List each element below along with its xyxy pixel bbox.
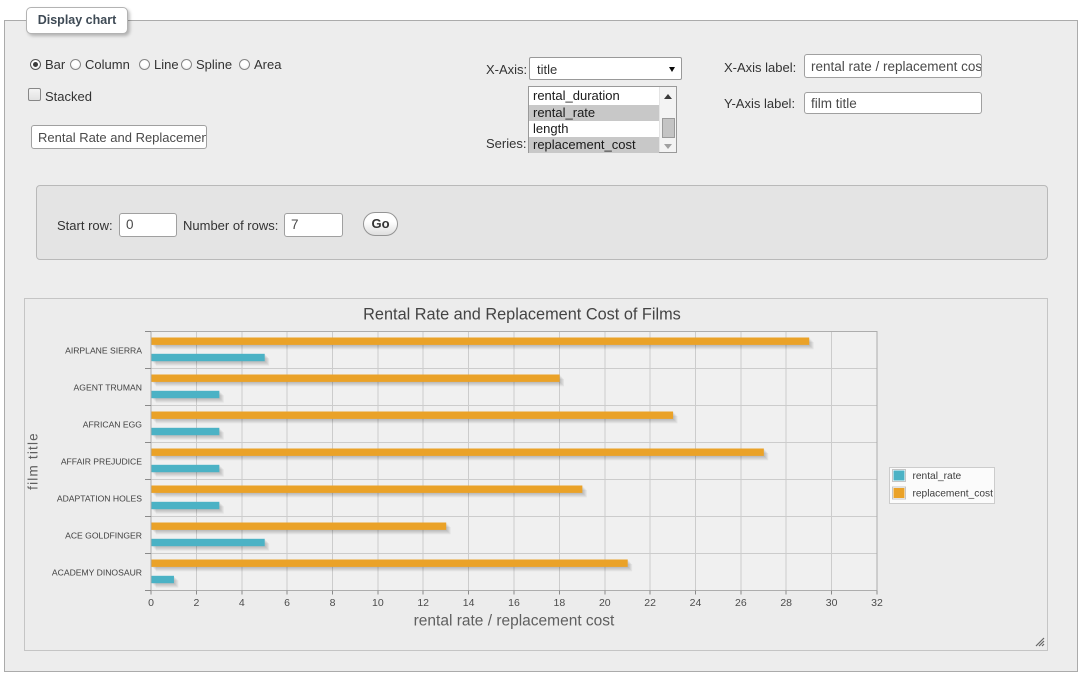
- svg-text:0: 0: [148, 597, 154, 609]
- svg-text:16: 16: [508, 597, 520, 609]
- svg-text:8: 8: [330, 597, 336, 609]
- svg-text:ACE GOLDFINGER: ACE GOLDFINGER: [65, 530, 142, 540]
- svg-text:ADAPTATION HOLES: ADAPTATION HOLES: [57, 493, 142, 503]
- svg-text:rental rate / replacement cost: rental rate / replacement cost: [414, 613, 615, 630]
- svg-text:replacement_cost: replacement_cost: [913, 488, 994, 499]
- svg-text:Rental Rate and Replacement Co: Rental Rate and Replacement Cost of Film…: [363, 306, 681, 324]
- svg-text:4: 4: [239, 597, 245, 609]
- svg-text:14: 14: [463, 597, 475, 609]
- svg-text:AGENT TRUMAN: AGENT TRUMAN: [74, 382, 142, 392]
- svg-text:rental_rate: rental_rate: [913, 471, 962, 482]
- svg-text:30: 30: [826, 597, 838, 609]
- svg-text:24: 24: [690, 597, 702, 609]
- svg-text:10: 10: [372, 597, 384, 609]
- svg-text:film title: film title: [26, 432, 41, 490]
- svg-text:AFFAIR PREJUDICE: AFFAIR PREJUDICE: [61, 456, 142, 466]
- svg-text:26: 26: [735, 597, 747, 609]
- svg-text:28: 28: [780, 597, 792, 609]
- svg-text:AFRICAN EGG: AFRICAN EGG: [83, 419, 143, 429]
- svg-text:20: 20: [599, 597, 611, 609]
- svg-text:22: 22: [644, 597, 656, 609]
- svg-text:2: 2: [193, 597, 199, 609]
- svg-text:6: 6: [284, 597, 290, 609]
- svg-text:AIRPLANE SIERRA: AIRPLANE SIERRA: [65, 345, 142, 355]
- svg-text:32: 32: [871, 597, 883, 609]
- svg-text:18: 18: [554, 597, 566, 609]
- svg-text:ACADEMY DINOSAUR: ACADEMY DINOSAUR: [52, 567, 142, 577]
- svg-text:12: 12: [417, 597, 429, 609]
